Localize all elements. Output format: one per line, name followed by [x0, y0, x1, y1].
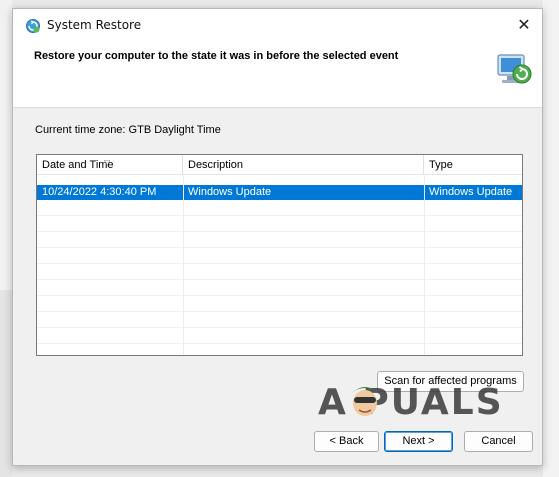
- header-instruction: Restore your computer to the state it wa…: [34, 50, 399, 62]
- column-divider: [424, 174, 425, 355]
- cell-description: Windows Update: [188, 186, 272, 198]
- restore-points-table[interactable]: ▽ Date and Time Description Type 10/24/2…: [36, 154, 523, 356]
- cancel-button[interactable]: Cancel: [464, 431, 533, 452]
- system-restore-dialog: System Restore ✕ Restore your computer t…: [12, 8, 543, 466]
- close-button[interactable]: ✕: [506, 9, 542, 41]
- grid-line: [37, 279, 522, 280]
- background-window-right: [543, 0, 559, 477]
- window-title: System Restore: [47, 18, 142, 32]
- column-header-description[interactable]: Description: [183, 155, 424, 174]
- grid-line: [37, 327, 522, 328]
- appuals-mascot-icon: [350, 387, 380, 416]
- grid-line: [37, 215, 522, 216]
- timezone-label: Current time zone: GTB Daylight Time: [35, 124, 221, 136]
- restore-computer-icon: [497, 54, 532, 84]
- table-header: ▽ Date and Time Description Type: [37, 155, 522, 175]
- dialog-header: Restore your computer to the state it wa…: [13, 41, 542, 108]
- background-window-left-lower: [0, 290, 12, 477]
- grid-line: [37, 247, 522, 248]
- column-divider: [183, 174, 184, 355]
- cell-type: Windows Update: [429, 186, 513, 198]
- grid-line: [37, 343, 522, 344]
- table-row[interactable]: 10/24/2022 4:30:40 PM Windows Update Win…: [37, 185, 522, 200]
- next-button[interactable]: Next >: [384, 431, 453, 452]
- sort-down-icon: ▽: [104, 158, 111, 167]
- grid-line: [37, 295, 522, 296]
- column-header-date[interactable]: ▽ Date and Time: [37, 155, 183, 174]
- grid-line: [37, 231, 522, 232]
- grid-line: [37, 263, 522, 264]
- back-button[interactable]: < Back: [314, 431, 379, 452]
- title-bar: System Restore ✕: [13, 9, 542, 41]
- grid-line: [37, 311, 522, 312]
- close-icon: ✕: [517, 17, 531, 34]
- system-restore-icon: [26, 19, 40, 33]
- column-header-type[interactable]: Type: [424, 155, 522, 174]
- cell-date: 10/24/2022 4:30:40 PM: [42, 186, 157, 198]
